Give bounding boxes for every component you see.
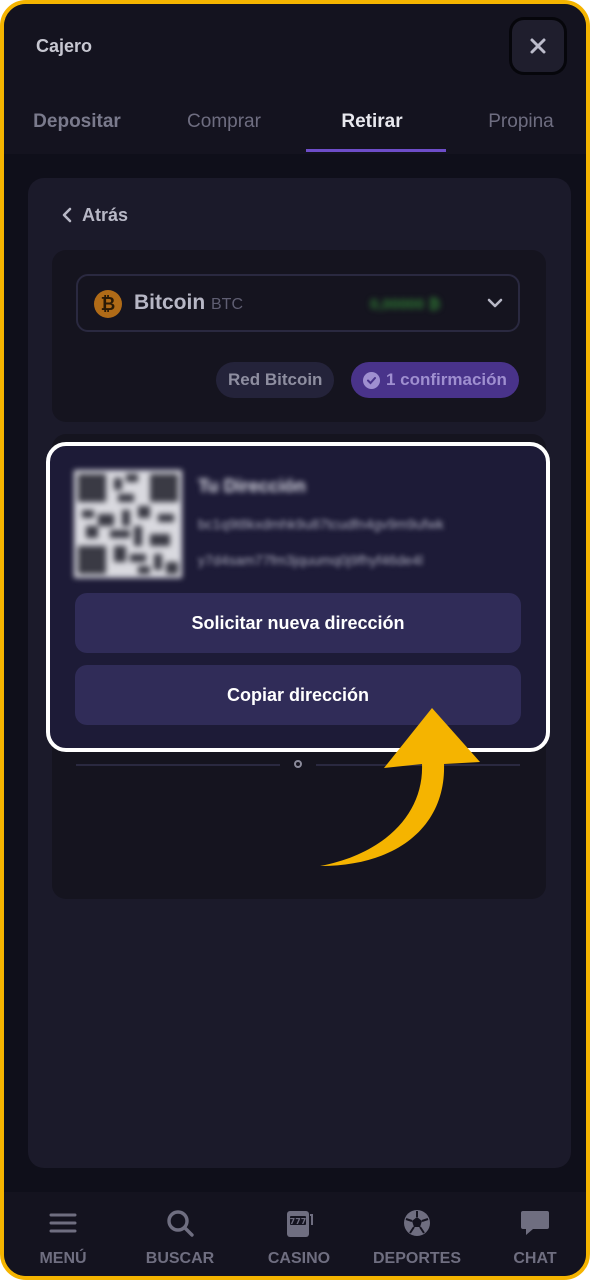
back-label: Atrás bbox=[82, 204, 129, 225]
pointer-arrow-icon bbox=[320, 708, 480, 866]
address-line-2: y7d4sam77fm3jquumq0j9fhyf46de4l bbox=[198, 552, 423, 568]
soccer-ball-icon bbox=[404, 1210, 430, 1236]
nav-casino-label: CASINO bbox=[267, 1250, 331, 1267]
nav-search[interactable]: BUSCAR bbox=[125, 1206, 235, 1268]
nav-casino[interactable]: 777 CASINO bbox=[244, 1206, 354, 1268]
tab-propina[interactable]: Propina bbox=[456, 102, 586, 152]
chevron-left-icon bbox=[62, 207, 72, 223]
cashier-header: Cajero Depositar Comprar Retirar Propina bbox=[4, 4, 586, 154]
coin-ticker: BTC bbox=[211, 296, 243, 313]
request-new-address-button[interactable]: Solicitar nueva dirección bbox=[75, 593, 521, 653]
qr-code bbox=[74, 470, 182, 578]
currency-select[interactable]: ₿ Bitcoin BTC 0,00000 ₿ bbox=[76, 274, 520, 332]
active-tab-indicator bbox=[306, 149, 446, 152]
tab-bar: Depositar Comprar Retirar Propina bbox=[4, 102, 586, 154]
tab-depositar[interactable]: Depositar bbox=[12, 102, 142, 152]
nav-chat-label: CHAT bbox=[513, 1250, 557, 1267]
confirmations-badge: 1 confirmación bbox=[351, 362, 519, 398]
coin-name: Bitcoin bbox=[134, 291, 206, 314]
tab-retirar[interactable]: Retirar bbox=[307, 102, 437, 152]
bottom-navigation: MENÚ BUSCAR 777 CASINO DEPORTES CHAT bbox=[4, 1192, 586, 1276]
page-title: Cajero bbox=[36, 36, 93, 56]
nav-sports-label: DEPORTES bbox=[372, 1250, 461, 1267]
divider-dot bbox=[294, 760, 302, 768]
back-button[interactable]: Atrás bbox=[62, 200, 128, 230]
nav-menu[interactable]: MENÚ bbox=[8, 1206, 118, 1268]
chat-bubble-icon bbox=[521, 1211, 549, 1235]
chevron-down-icon bbox=[487, 298, 503, 308]
close-button[interactable] bbox=[512, 20, 564, 72]
nav-sports[interactable]: DEPORTES bbox=[362, 1206, 472, 1268]
network-badge: Red Bitcoin bbox=[216, 362, 335, 398]
slot-machine-icon: 777 bbox=[287, 1211, 313, 1237]
bitcoin-icon: ₿ bbox=[94, 290, 122, 318]
close-icon bbox=[530, 38, 546, 54]
app-frame: Cajero Depositar Comprar Retirar Propina… bbox=[0, 0, 590, 1280]
menu-icon bbox=[49, 1213, 77, 1233]
confirmations-label: 1 confirmación bbox=[386, 370, 507, 389]
nav-search-label: BUSCAR bbox=[145, 1250, 215, 1267]
address-line-1: bc1q9t8kxdmhk9u87tcudfn4gv9m9ufwk bbox=[198, 516, 444, 532]
address-title: Tu Dirección bbox=[198, 476, 306, 496]
nav-menu-label: MENÚ bbox=[39, 1250, 87, 1267]
nav-chat[interactable]: CHAT bbox=[480, 1206, 586, 1268]
search-icon bbox=[167, 1210, 194, 1237]
svg-text:777: 777 bbox=[290, 1217, 307, 1226]
check-circle-icon bbox=[363, 371, 380, 389]
tab-comprar[interactable]: Comprar bbox=[159, 102, 289, 152]
coin-balance: 0,00000 ₿ bbox=[370, 296, 441, 313]
divider-left bbox=[76, 764, 280, 766]
